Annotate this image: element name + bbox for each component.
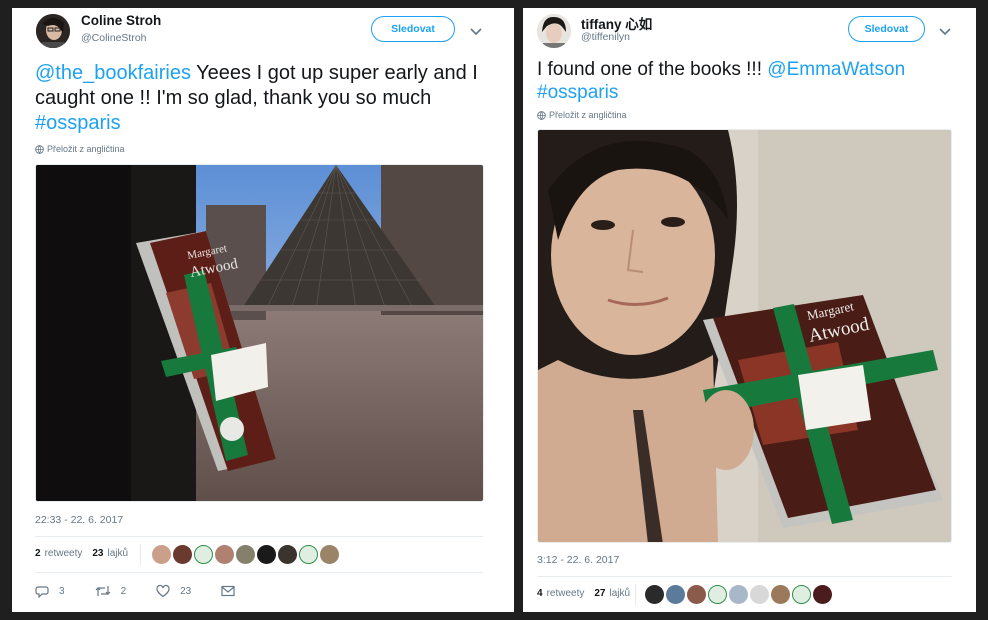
globe-icon [35, 144, 44, 154]
avatar[interactable] [173, 545, 192, 564]
avatar[interactable] [729, 585, 748, 604]
engagement-stats: 4 retweety 27 lajků [537, 588, 640, 599]
mention-link[interactable]: @EmmaWatson [767, 59, 905, 80]
avatar[interactable] [36, 14, 70, 48]
avatar[interactable] [792, 585, 811, 604]
heart-icon [156, 584, 170, 598]
reply-icon [35, 586, 49, 598]
chevron-down-icon[interactable] [468, 23, 484, 39]
avatar[interactable] [236, 545, 255, 564]
likes-stat[interactable]: 27 lajků [594, 588, 630, 599]
like-count: 23 [180, 585, 192, 597]
mail-icon [221, 585, 235, 597]
avatar[interactable] [320, 545, 339, 564]
chevron-down-icon[interactable] [937, 23, 953, 39]
display-name[interactable]: Coline Stroh [81, 13, 161, 28]
retweets-stat[interactable]: 4 retweety [537, 588, 584, 599]
divider [35, 572, 483, 573]
retweets-label: retweety [546, 588, 585, 599]
display-name[interactable]: tiffany 心如 [581, 13, 652, 33]
hashtag-link[interactable]: #ossparis [537, 82, 618, 103]
retweet-icon [95, 586, 110, 596]
avatar[interactable] [666, 585, 685, 604]
stats-divider [140, 544, 141, 566]
engagement-stats: 2 retweety 23 lajků [35, 548, 138, 559]
hashtag-link[interactable]: #ossparis [35, 112, 121, 134]
avatar[interactable] [278, 545, 297, 564]
photo-image: Margaret Atwood [538, 130, 951, 542]
avatar[interactable] [257, 545, 276, 564]
retweets-count: 4 [537, 588, 543, 599]
translate-link[interactable]: Přeložit z angličtina [537, 110, 627, 120]
timestamp[interactable]: 22:33 - 22. 6. 2017 [35, 514, 123, 526]
translate-label: Přeložit z angličtina [47, 144, 125, 154]
follow-button[interactable]: Sledovat [848, 16, 925, 42]
tweet-text: @the_bookfairies Yeees I got up super ea… [35, 61, 495, 136]
divider [35, 536, 483, 537]
tweet-card-tiffany: tiffany 心如 @tiffenilyn Sledovat I found … [523, 8, 976, 612]
likes-count: 27 [594, 588, 606, 599]
tweet-text: I found one of the books !!! @EmmaWatson… [537, 58, 957, 104]
photo-image: Margaret Atwood [36, 165, 483, 501]
user-handle[interactable]: @tiffenilyn [581, 31, 630, 43]
avatar[interactable] [750, 585, 769, 604]
tweet-photo-selfie[interactable]: Margaret Atwood [537, 129, 952, 543]
translate-label: Přeložit z angličtina [549, 110, 627, 120]
tweet-photo-louvre[interactable]: Margaret Atwood [35, 164, 484, 502]
retweets-label: retweety [44, 548, 83, 559]
user-handle[interactable]: @ColineStroh [81, 32, 147, 44]
avatar[interactable] [215, 545, 234, 564]
retweets-count: 2 [35, 548, 41, 559]
mention-link[interactable]: @the_bookfairies [35, 62, 191, 84]
avatar[interactable] [687, 585, 706, 604]
avatar[interactable] [813, 585, 832, 604]
stats-divider [635, 584, 636, 606]
tweet-card-coline: Coline Stroh @ColineStroh Sledovat @the_… [12, 8, 514, 612]
avatar[interactable] [771, 585, 790, 604]
likes-stat[interactable]: 23 lajků [92, 548, 128, 559]
likes-label: lajků [107, 548, 129, 559]
liker-avatars [152, 545, 339, 564]
retweet-action[interactable]: 2 [95, 584, 127, 598]
tweet-actions: 3 2 23 [35, 584, 265, 598]
follow-button[interactable]: Sledovat [371, 16, 455, 42]
reply-count: 3 [59, 585, 65, 597]
reply-action[interactable]: 3 [35, 584, 65, 598]
avatar[interactable] [537, 14, 571, 48]
likes-count: 23 [92, 548, 104, 559]
timestamp[interactable]: 3:12 - 22. 6. 2017 [537, 554, 619, 566]
globe-icon [537, 110, 546, 120]
divider [537, 576, 952, 577]
liker-avatars [645, 585, 832, 604]
like-action[interactable]: 23 [156, 584, 191, 598]
avatar[interactable] [708, 585, 727, 604]
avatar[interactable] [152, 545, 171, 564]
retweet-count: 2 [120, 585, 127, 597]
avatar[interactable] [299, 545, 318, 564]
likes-label: lajků [609, 588, 631, 599]
translate-link[interactable]: Přeložit z angličtina [35, 144, 125, 154]
avatar[interactable] [645, 585, 664, 604]
retweets-stat[interactable]: 2 retweety [35, 548, 82, 559]
tweet-body: I found one of the books !!! [537, 59, 768, 80]
avatar[interactable] [194, 545, 213, 564]
message-action[interactable] [221, 585, 235, 597]
